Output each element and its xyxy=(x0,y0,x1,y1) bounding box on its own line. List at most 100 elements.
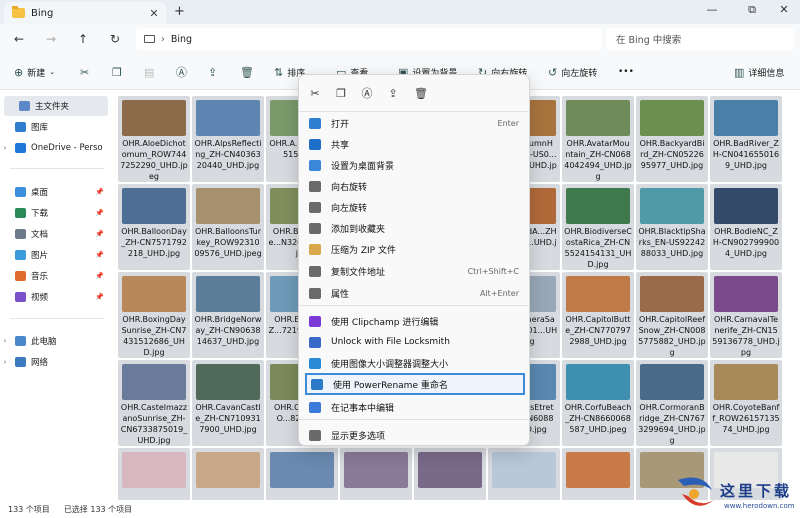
thumbnail-image xyxy=(640,100,704,136)
share-icon[interactable]: ⇪ xyxy=(383,85,403,103)
share-button[interactable]: ⇪ xyxy=(208,64,217,80)
sidebar-item-document[interactable]: 文档 📌 xyxy=(0,224,112,244)
menu-item-zip[interactable]: 压缩为 ZIP 文件 xyxy=(305,239,525,259)
sidebar-item-music[interactable]: 音乐 📌 xyxy=(0,266,112,286)
rotate-left-button[interactable]: ↺ 向左旋转 xyxy=(548,64,597,80)
file-name: OHR.BodieNC_ZH-CN9027999004_UHD.jpg xyxy=(712,227,780,258)
thumbnail-image xyxy=(566,364,630,400)
maximize-button[interactable]: ⧉ xyxy=(738,3,766,17)
desktop-icon xyxy=(15,187,26,197)
file-tile[interactable]: OHR.CapitolReefSnow_ZH-CN0085775882_UHD.… xyxy=(636,272,708,358)
minimize-button[interactable]: — xyxy=(698,3,726,16)
sidebar-item-desktop[interactable]: 桌面 📌 xyxy=(0,182,112,202)
file-tile[interactable]: OHR.CoyoteBanff_ROW2615713574_UHD.jpg xyxy=(710,360,782,446)
delete-icon[interactable]: 🗑 xyxy=(411,85,431,103)
tab-bing[interactable]: Bing ✕ xyxy=(4,2,166,24)
chevron-right-icon[interactable]: › xyxy=(0,337,10,345)
delete-button[interactable]: 🗑 xyxy=(240,64,254,80)
file-tile[interactable] xyxy=(340,448,412,500)
file-tile[interactable] xyxy=(192,448,264,500)
rename-button[interactable]: Ⓐ xyxy=(176,64,187,80)
file-tile[interactable]: OHR.BlacktipSharks_EN-US9224288033_UHD.j… xyxy=(636,184,708,270)
zip-icon xyxy=(309,243,321,255)
breadcrumb[interactable]: Bing xyxy=(171,34,192,45)
cut-button[interactable]: ✂ xyxy=(80,64,89,80)
back-button[interactable]: ← xyxy=(10,30,28,48)
rename-icon[interactable]: Ⓐ xyxy=(357,85,377,103)
file-tile[interactable]: OHR.BalloonDay_ZH-CN7571792218_UHD.jpg xyxy=(118,184,190,270)
menu-item-notepad[interactable]: 在记事本中编辑 xyxy=(305,397,525,417)
tab-close-icon[interactable]: ✕ xyxy=(146,7,162,20)
file-tile[interactable]: OHR.CarnavalTenerife_ZH-CN1559136778_UHD… xyxy=(710,272,782,358)
network-icon xyxy=(15,357,26,367)
close-window-button[interactable]: ✕ xyxy=(770,3,798,16)
new-tab-button[interactable]: + xyxy=(174,4,185,19)
file-tile[interactable]: OHR.AvatarMountain_ZH-CN0684042494_UHD.j… xyxy=(562,96,634,182)
file-tile[interactable]: OHR.CormoranBridge_ZH-CN7673299694_UHD.j… xyxy=(636,360,708,446)
menu-item-star[interactable]: 添加到收藏夹 xyxy=(305,218,525,238)
cut-icon[interactable]: ✂ xyxy=(305,85,325,103)
file-tile[interactable]: OHR.CastelmazzanoSunrise_ZH-CN6733875019… xyxy=(118,360,190,446)
sidebar-item-computer[interactable]: › 此电脑 xyxy=(0,331,112,351)
sidebar-item-label: 文档 xyxy=(31,230,49,240)
file-tile[interactable]: OHR.BalloonsTurkey_ROW9231009576_UHD.jpe… xyxy=(192,184,264,270)
menu-item-more-options[interactable]: 显示更多选项 xyxy=(305,425,525,445)
up-button[interactable]: ↑ xyxy=(74,30,92,48)
thumbnail-image xyxy=(566,452,630,488)
menu-item-wrench[interactable]: 属性 Alt+Enter xyxy=(305,283,525,303)
sidebar-item-network[interactable]: › 网络 xyxy=(0,352,112,372)
sidebar-item-gallery[interactable]: 图库 xyxy=(0,117,112,137)
file-tile[interactable] xyxy=(488,448,560,500)
thumbnail-image xyxy=(122,452,186,488)
menu-item-rotate-left[interactable]: 向左旋转 xyxy=(305,197,525,217)
notepad-icon xyxy=(309,401,321,413)
menu-item-open[interactable]: 打开 Enter xyxy=(305,113,525,133)
file-tile[interactable] xyxy=(266,448,338,500)
copy-button[interactable]: ❐ xyxy=(112,64,122,80)
sidebar-item-video[interactable]: 视频 📌 xyxy=(0,287,112,307)
menu-item-rotate-right[interactable]: 向右旋转 xyxy=(305,176,525,196)
menu-item-copy-path[interactable]: 复制文件地址 Ctrl+Shift+C xyxy=(305,261,525,281)
menu-item-share-app[interactable]: 共享 xyxy=(305,134,525,154)
file-tile[interactable]: OHR.AloeDichotomum_ROW7447252290_UHD.jpe… xyxy=(118,96,190,182)
file-tile[interactable] xyxy=(414,448,486,500)
file-tile[interactable]: OHR.BiodiverseCostaRica_ZH-CN5524154131_… xyxy=(562,184,634,270)
file-tile[interactable]: OHR.BodieNC_ZH-CN9027999004_UHD.jpg xyxy=(710,184,782,270)
file-tile[interactable]: OHR.CapitolButte_ZH-CN7707972988_UHD.jpg xyxy=(562,272,634,358)
sidebar-item-home[interactable]: 主文件夹 xyxy=(4,96,108,116)
file-tile[interactable]: OHR.CavanCastle_ZH-CN7109317900_UHD.jpg xyxy=(192,360,264,446)
menu-item-wallpaper[interactable]: 设置为桌面背景 xyxy=(305,155,525,175)
sidebar-item-download[interactable]: 下载 📌 xyxy=(0,203,112,223)
file-tile[interactable]: OHR.BridgeNorway_ZH-CN9063814637_UHD.jpg xyxy=(192,272,264,358)
file-tile[interactable]: OHR.BoxingDaySunrise_ZH-CN7431512686_UHD… xyxy=(118,272,190,358)
file-tile[interactable] xyxy=(562,448,634,500)
sidebar-item-label: 此电脑 xyxy=(31,337,57,347)
sidebar-item-label: 音乐 xyxy=(31,272,49,282)
menu-item-clipchamp[interactable]: 使用 Clipchamp 进行编辑 xyxy=(305,311,525,331)
more-button[interactable]: ••• xyxy=(618,64,634,80)
sidebar-item-pictures[interactable]: 图片 📌 xyxy=(0,245,112,265)
file-tile[interactable]: OHR.BackyardBird_ZH-CN0522695977_UHD.jpg xyxy=(636,96,708,182)
chevron-right-icon[interactable]: › xyxy=(0,358,10,366)
menu-item-lock[interactable]: Unlock with File Locksmith xyxy=(305,332,525,352)
file-tile[interactable]: OHR.CorfuBeach_ZH-CN8660068587_UHD.jpeg xyxy=(562,360,634,446)
copy-icon[interactable]: ❐ xyxy=(331,85,351,103)
details-button[interactable]: ▥ 详细信息 xyxy=(734,64,784,80)
gallery-icon xyxy=(15,122,26,132)
menu-item-shortcut: Ctrl+Shift+C xyxy=(467,266,519,276)
sidebar-item-cloud[interactable]: › OneDrive - Perso xyxy=(0,138,112,158)
divider xyxy=(299,419,529,420)
paste-button[interactable]: ▤ xyxy=(144,64,154,80)
address-bar[interactable]: › Bing xyxy=(136,28,602,50)
menu-item-powerrename[interactable]: 使用 PowerRename 重命名 xyxy=(305,373,525,395)
document-icon xyxy=(15,229,26,239)
chevron-right-icon[interactable]: › xyxy=(0,144,10,152)
forward-button[interactable]: → xyxy=(42,30,60,48)
new-button[interactable]: ⊕ 新建 ⌄ xyxy=(14,64,55,80)
search-input[interactable]: 在 Bing 中搜索 xyxy=(606,28,794,50)
file-tile[interactable] xyxy=(118,448,190,500)
refresh-button[interactable]: ↻ xyxy=(106,30,124,48)
file-tile[interactable]: OHR.BadRiver_ZH-CN0416550169_UHD.jpg xyxy=(710,96,782,182)
menu-item-resize[interactable]: 使用图像大小调整器调整大小 xyxy=(305,353,525,373)
file-tile[interactable]: OHR.AlpsReflecting_ZH-CN4036320440_UHD.j… xyxy=(192,96,264,182)
